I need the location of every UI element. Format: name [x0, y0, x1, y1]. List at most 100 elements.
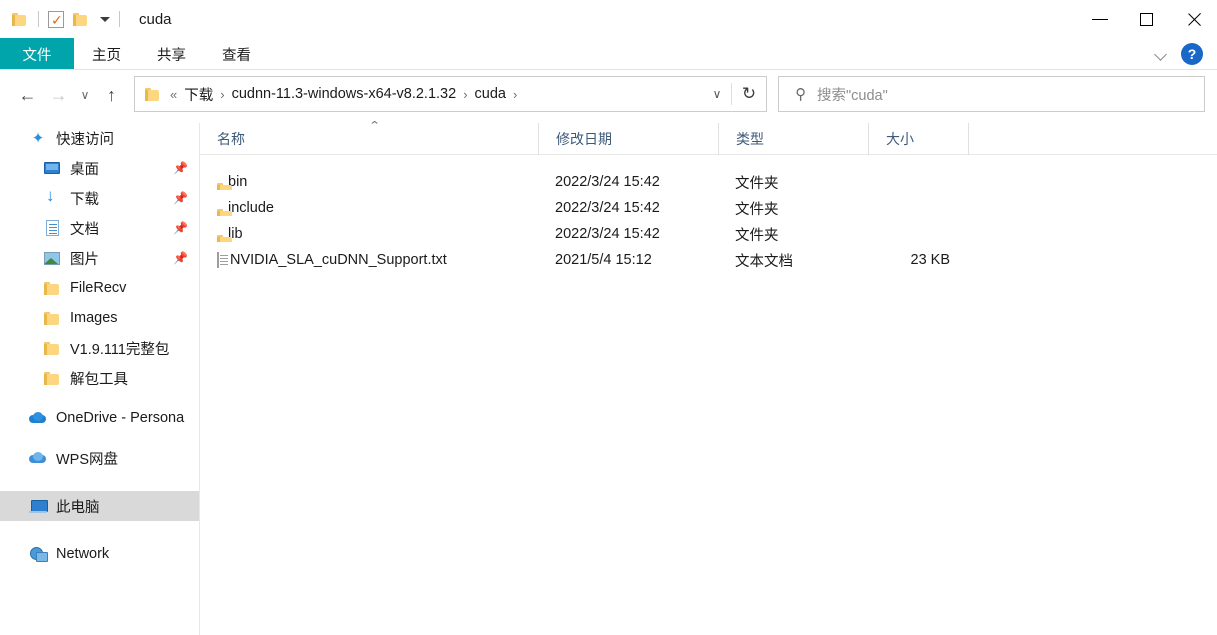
address-dropdown-chevron-down-icon[interactable]: ∨: [703, 77, 731, 111]
sidebar-item-label: 解包工具: [70, 371, 128, 388]
breadcrumb-overflow[interactable]: «: [170, 87, 177, 102]
sidebar-item-images[interactable]: Images: [0, 303, 199, 333]
file-date-cell: 2022/3/24 15:42: [555, 200, 660, 216]
breadcrumb-cudnn[interactable]: cudnn-11.3-windows-x64-v8.2.1.32: [232, 86, 457, 102]
sidebar-item-label: V1.9.111完整包: [70, 341, 170, 358]
up-button[interactable]: ↑: [96, 79, 127, 111]
column-header-label: 名称: [217, 130, 245, 147]
recent-locations-button[interactable]: ∨: [74, 79, 96, 111]
sidebar-item-label: FileRecv: [70, 280, 127, 296]
sidebar-item-label: 下载: [70, 191, 99, 208]
refresh-button[interactable]: ↻: [732, 77, 766, 111]
table-row[interactable]: NVIDIA_SLA_cuDNN_Support.txt 2021/5/4 15…: [200, 247, 1217, 273]
sidebar-item-documents[interactable]: 文档 📌: [0, 213, 199, 243]
pin-icon[interactable]: 📌: [173, 162, 188, 174]
help-button[interactable]: ?: [1181, 43, 1203, 65]
file-type-cell: 文件夹: [735, 201, 779, 218]
close-icon: [1186, 11, 1202, 27]
address-bar[interactable]: « 下载 › cudnn-11.3-windows-x64-v8.2.1.32 …: [134, 76, 767, 112]
sidebar-item-label: Network: [56, 546, 110, 562]
minimize-button[interactable]: [1076, 0, 1123, 38]
file-date-cell: 2022/3/24 15:42: [555, 174, 660, 190]
folder-icon[interactable]: [12, 12, 29, 26]
desktop-icon: [42, 162, 62, 174]
file-date-cell: 2022/3/24 15:42: [555, 226, 660, 242]
sidebar-item-network[interactable]: Network: [0, 539, 199, 569]
new-folder-icon[interactable]: [73, 12, 90, 26]
address-folder-icon: [145, 87, 162, 101]
file-rows: bin 2022/3/24 15:42 文件夹 include 2022/3/2…: [200, 155, 1217, 273]
sidebar-item-onedrive[interactable]: OneDrive - Persona: [0, 403, 199, 433]
tab-view[interactable]: 查看: [204, 38, 269, 70]
forward-button: →: [49, 84, 68, 105]
navigation-pane: ✦ 快速访问 桌面 📌 下载 📌 文档 📌 图片 📌 FileRecv Imag…: [0, 123, 199, 635]
text-file-icon: [217, 252, 219, 268]
search-box[interactable]: ⚲ 搜索"cuda": [778, 76, 1205, 112]
pin-icon[interactable]: 📌: [173, 222, 188, 234]
sidebar-item-label: WPS网盘: [56, 451, 119, 468]
expand-ribbon-chevron-down-icon[interactable]: [1155, 47, 1169, 61]
sidebar-item-label: 快速访问: [56, 131, 114, 148]
document-icon: [42, 220, 62, 236]
table-row[interactable]: bin 2022/3/24 15:42 文件夹: [200, 169, 1217, 195]
column-header-name[interactable]: ⌃ 名称: [200, 120, 538, 155]
file-size-cell: 23 KB: [910, 252, 951, 268]
window-controls: [1076, 0, 1217, 38]
sidebar-item-filerecv[interactable]: FileRecv: [0, 273, 199, 303]
file-name-cell[interactable]: include: [200, 200, 538, 216]
navigation-buttons: ← → ∨ ↑: [0, 79, 127, 111]
search-input[interactable]: 搜索"cuda": [817, 84, 888, 105]
file-name-cell[interactable]: lib: [200, 226, 538, 242]
sidebar-item-label: OneDrive - Persona: [56, 410, 185, 426]
file-date-cell: 2021/5/4 15:12: [555, 252, 652, 268]
sidebar-item-pictures[interactable]: 图片 📌: [0, 243, 199, 273]
column-headers: ⌃ 名称 修改日期 类型 大小: [200, 120, 1217, 155]
wps-cloud-icon: [28, 452, 48, 464]
search-icon: ⚲: [795, 86, 806, 103]
breadcrumb-separator-2[interactable]: ›: [463, 87, 467, 102]
tab-home[interactable]: 主页: [74, 38, 139, 70]
window-title: cuda: [139, 10, 172, 28]
properties-icon[interactable]: ✓: [48, 10, 64, 28]
close-button[interactable]: [1170, 0, 1217, 38]
sidebar-item-downloads[interactable]: 下载 📌: [0, 183, 199, 213]
breadcrumb-downloads[interactable]: 下载: [184, 84, 213, 105]
sidebar-item-this-pc[interactable]: 此电脑: [0, 491, 199, 521]
file-name-label: NVIDIA_SLA_cuDNN_Support.txt: [230, 252, 447, 268]
column-header-type[interactable]: 类型: [718, 122, 868, 155]
file-explorer-window: ✓ cuda 文件 主页 共享 查看 ? ← → ∨ ↑ « 下载 › cudn…: [0, 0, 1217, 635]
column-header-size[interactable]: 大小: [868, 122, 968, 155]
tab-share[interactable]: 共享: [139, 38, 204, 70]
column-header-date-modified[interactable]: 修改日期: [538, 122, 718, 155]
folder-icon: [42, 281, 62, 295]
sidebar-item-label: 桌面: [70, 161, 99, 178]
ribbon-tabs: 文件 主页 共享 查看 ?: [0, 38, 1217, 70]
breadcrumb-separator-1[interactable]: ›: [220, 87, 224, 102]
maximize-button[interactable]: [1123, 0, 1170, 38]
sidebar-item-unpack-tool[interactable]: 解包工具: [0, 363, 199, 393]
ribbon-right-controls: ?: [1155, 38, 1211, 70]
sidebar-item-wps-cloud[interactable]: WPS网盘: [0, 443, 199, 473]
sidebar-item-v19111[interactable]: V1.9.111完整包: [0, 333, 199, 363]
tab-file[interactable]: 文件: [0, 38, 74, 70]
column-header-label: 修改日期: [556, 130, 612, 147]
title-bar: ✓ cuda: [0, 0, 1217, 38]
back-button[interactable]: ←: [12, 79, 43, 111]
star-icon: ✦: [31, 130, 45, 147]
table-row[interactable]: lib 2022/3/24 15:42 文件夹: [200, 221, 1217, 247]
file-type-cell: 文件夹: [735, 227, 779, 244]
file-name-cell[interactable]: bin: [200, 174, 538, 190]
onedrive-cloud-icon: [28, 412, 48, 424]
chevron-down-icon[interactable]: [100, 16, 110, 22]
pin-icon[interactable]: 📌: [173, 192, 188, 204]
breadcrumb-separator-3[interactable]: ›: [513, 87, 517, 102]
file-name-label: include: [228, 200, 274, 216]
file-name-cell[interactable]: NVIDIA_SLA_cuDNN_Support.txt: [200, 252, 538, 268]
breadcrumb-cuda[interactable]: cuda: [475, 86, 506, 102]
table-row[interactable]: include 2022/3/24 15:42 文件夹: [200, 195, 1217, 221]
sidebar-item-desktop[interactable]: 桌面 📌: [0, 153, 199, 183]
pin-icon[interactable]: 📌: [173, 252, 188, 264]
column-header-label: 大小: [886, 130, 914, 147]
toolbar-divider-2: [119, 11, 120, 27]
sidebar-item-quick-access[interactable]: ✦ 快速访问: [0, 123, 199, 153]
